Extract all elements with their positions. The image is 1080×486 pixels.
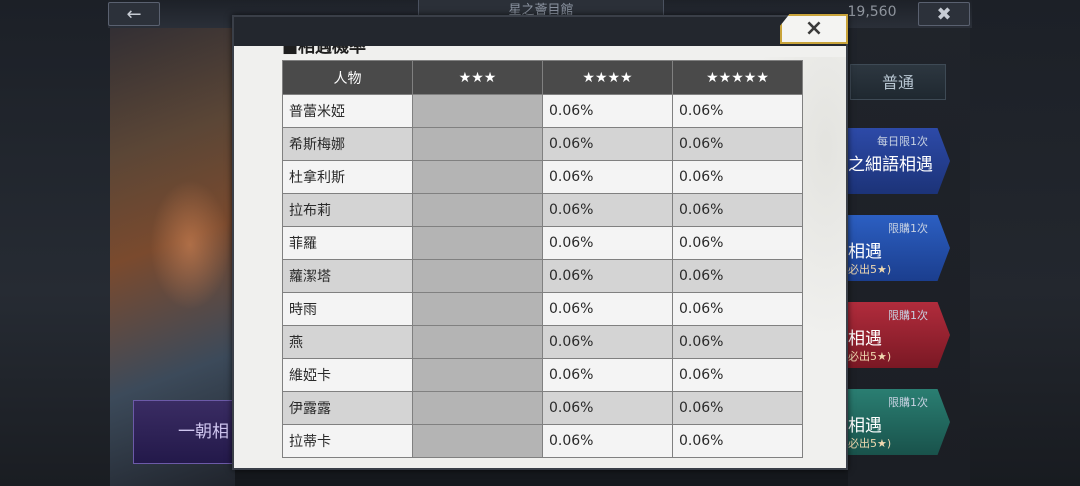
character-name: 拉布莉 <box>282 193 413 227</box>
banner-sub: 必出5★) <box>848 263 892 276</box>
character-name: 希斯梅娜 <box>282 127 413 161</box>
table-row: 燕 0.06% 0.06% <box>282 325 803 359</box>
rate-3-star <box>412 160 543 194</box>
rate-5-star: 0.06% <box>672 391 803 425</box>
exit-button[interactable]: ✖ <box>918 2 970 26</box>
character-name: 杜拿利斯 <box>282 160 413 194</box>
background-right <box>970 0 1080 486</box>
rate-4-star: 0.06% <box>542 193 673 227</box>
banner-limit-label: 限購1次 <box>888 396 928 409</box>
banner-limit-label: 每日限1次 <box>877 135 928 148</box>
rate-4-star: 0.06% <box>542 292 673 326</box>
banner-title: 相遇 <box>848 242 882 262</box>
rate-3-star <box>412 358 543 392</box>
probability-table: 人物 ★★★ ★★★★ ★★★★★ 普蕾米婭 0.06% 0.06% 希斯梅娜 … <box>282 60 803 458</box>
rate-4-star: 0.06% <box>542 226 673 260</box>
close-icon: ✖ <box>936 4 952 25</box>
rate-4-star: 0.06% <box>542 127 673 161</box>
rate-3-star <box>412 94 543 128</box>
banner-title: 之細語相遇 <box>848 155 933 175</box>
banner-sub: 必出5★) <box>848 350 892 363</box>
character-name: 普蕾米婭 <box>282 94 413 128</box>
table-row: 拉蒂卡 0.06% 0.06% <box>282 424 803 458</box>
section-title: ■相遇機率 <box>282 46 367 57</box>
table-row: 時雨 0.06% 0.06% <box>282 292 803 326</box>
rate-5-star: 0.06% <box>672 259 803 293</box>
dialog-header-band <box>234 17 846 46</box>
background-left <box>0 0 110 486</box>
rate-4-star: 0.06% <box>542 424 673 458</box>
table-header-row: 人物 ★★★ ★★★★ ★★★★★ <box>282 60 803 95</box>
tab-normal[interactable]: 普通 <box>850 64 946 100</box>
character-name: 伊露露 <box>282 391 413 425</box>
header-character: 人物 <box>282 60 413 95</box>
table-row: 普蕾米婭 0.06% 0.06% <box>282 94 803 128</box>
character-name: 菲羅 <box>282 226 413 260</box>
currency-display: 19,560 <box>847 4 897 20</box>
banner-sub: 必出5★) <box>848 437 892 450</box>
rate-3-star <box>412 424 543 458</box>
banner-limit-label: 限購1次 <box>888 222 928 235</box>
rate-4-star: 0.06% <box>542 391 673 425</box>
rate-3-star <box>412 127 543 161</box>
close-icon: × <box>804 16 824 41</box>
banner-daily[interactable]: 每日限1次 之細語相遇 <box>846 128 950 194</box>
banner-limit-label: 限購1次 <box>888 309 928 322</box>
dialog-close-button[interactable]: × <box>780 14 848 44</box>
rate-4-star: 0.06% <box>542 94 673 128</box>
character-name: 蘿潔塔 <box>282 259 413 293</box>
rate-5-star: 0.06% <box>672 358 803 392</box>
rate-5-star: 0.06% <box>672 424 803 458</box>
rate-3-star <box>412 259 543 293</box>
rate-5-star: 0.06% <box>672 94 803 128</box>
rate-5-star: 0.06% <box>672 160 803 194</box>
banner-red[interactable]: 限購1次 相遇 必出5★) <box>846 302 950 368</box>
table-row: 杜拿利斯 0.06% 0.06% <box>282 160 803 194</box>
character-name: 維婭卡 <box>282 358 413 392</box>
header-3-star: ★★★ <box>412 60 543 95</box>
rate-3-star <box>412 292 543 326</box>
table-row: 希斯梅娜 0.06% 0.06% <box>282 127 803 161</box>
rate-3-star <box>412 325 543 359</box>
rate-5-star: 0.06% <box>672 292 803 326</box>
rate-3-star <box>412 193 543 227</box>
banner-title: 相遇 <box>848 416 882 436</box>
rate-4-star: 0.06% <box>542 358 673 392</box>
rate-4-star: 0.06% <box>542 325 673 359</box>
back-button[interactable]: ← <box>108 2 160 26</box>
rate-3-star <box>412 391 543 425</box>
rate-4-star: 0.06% <box>542 160 673 194</box>
header-5-star: ★★★★★ <box>672 60 803 95</box>
rate-5-star: 0.06% <box>672 193 803 227</box>
character-name: 拉蒂卡 <box>282 424 413 458</box>
rate-5-star: 0.06% <box>672 127 803 161</box>
banner-title: 相遇 <box>848 329 882 349</box>
table-row: 菲羅 0.06% 0.06% <box>282 226 803 260</box>
table-row: 伊露露 0.06% 0.06% <box>282 391 803 425</box>
rate-4-star: 0.06% <box>542 259 673 293</box>
header-4-star: ★★★★ <box>542 60 673 95</box>
banner-teal[interactable]: 限購1次 相遇 必出5★) <box>846 389 950 455</box>
banner-blue[interactable]: 限購1次 相遇 必出5★) <box>846 215 950 281</box>
character-name: 燕 <box>282 325 413 359</box>
rate-5-star: 0.06% <box>672 226 803 260</box>
back-arrow-icon: ← <box>126 4 142 25</box>
rate-5-star: 0.06% <box>672 325 803 359</box>
table-row: 蘿潔塔 0.06% 0.06% <box>282 259 803 293</box>
table-row: 拉布莉 0.06% 0.06% <box>282 193 803 227</box>
rate-3-star <box>412 226 543 260</box>
character-name: 時雨 <box>282 292 413 326</box>
draw-button[interactable]: 一朝相 <box>133 400 235 464</box>
table-row: 維婭卡 0.06% 0.06% <box>282 358 803 392</box>
character-art-glow <box>150 180 230 310</box>
probability-dialog: ■相遇機率 人物 ★★★ ★★★★ ★★★★★ 普蕾米婭 0.06% 0.06% <box>232 15 848 470</box>
